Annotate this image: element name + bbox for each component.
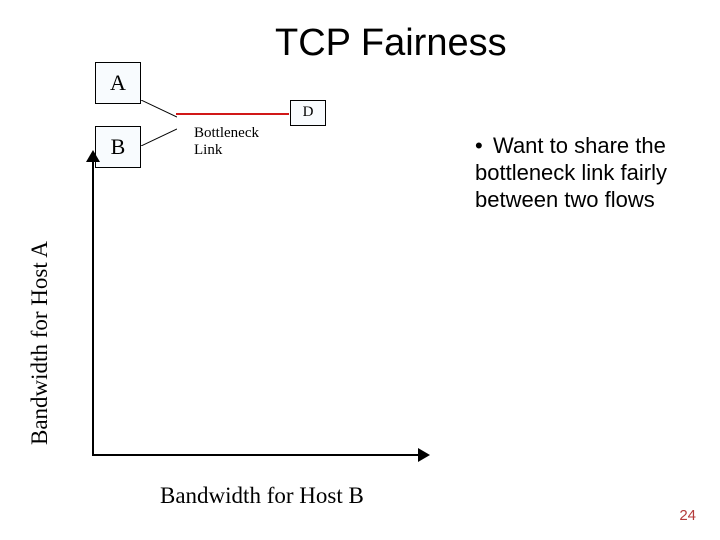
- x-axis-label: Bandwidth for Host B: [160, 483, 364, 509]
- node-d-box: D: [290, 100, 326, 126]
- flow-line-b: [141, 125, 177, 146]
- bullet-dot-icon: •: [475, 133, 493, 160]
- y-axis-line: [92, 160, 94, 456]
- node-b-box: B: [95, 126, 141, 168]
- x-axis-arrowhead-icon: [418, 448, 430, 462]
- x-axis-line: [92, 454, 420, 456]
- y-axis-label: Bandwidth for Host A: [27, 115, 67, 445]
- bullet-text: Want to share the bottleneck link fairly…: [475, 133, 667, 212]
- y-axis-arrowhead-icon: [86, 150, 100, 162]
- flow-line-a: [141, 100, 177, 121]
- bullet-point: •Want to share the bottleneck link fairl…: [475, 133, 700, 213]
- bottleneck-label-line2: Link: [194, 142, 222, 158]
- slide-number: 24: [679, 507, 696, 524]
- bottleneck-link-line: [176, 113, 289, 115]
- node-a-box: A: [95, 62, 141, 104]
- bottleneck-link-label: Bottleneck Link: [194, 125, 259, 160]
- slide-title: TCP Fairness: [275, 22, 507, 65]
- bottleneck-label-line1: Bottleneck: [194, 125, 259, 141]
